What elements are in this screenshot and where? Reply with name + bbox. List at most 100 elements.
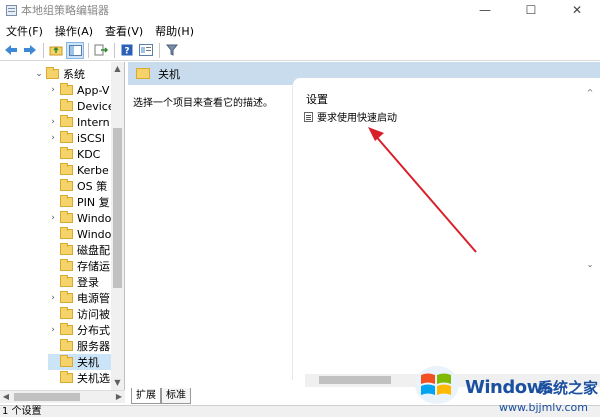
menu-help[interactable]: 帮助(H)	[155, 23, 194, 39]
menu-bar: 文件(F) 操作(A) 查看(V) 帮助(H)	[0, 21, 600, 40]
expand-chevron-icon[interactable]: ›	[48, 325, 58, 335]
tree-item-label: Windo	[77, 227, 112, 241]
toolbar-separator	[159, 42, 160, 58]
tree-item[interactable]: Kerbe	[48, 162, 109, 178]
tree-item[interactable]: OS 策	[48, 178, 107, 194]
menu-view[interactable]: 查看(V)	[105, 23, 143, 39]
toolbar-separator	[43, 42, 44, 58]
expand-chevron-icon[interactable]: ›	[48, 293, 58, 303]
tree-item[interactable]: KDC	[48, 146, 100, 162]
window-title: 本地组策略编辑器	[21, 4, 109, 17]
scroll-left-icon[interactable]: ◀	[0, 391, 12, 403]
folder-icon	[60, 339, 73, 351]
tab-standard[interactable]: 标准	[161, 388, 191, 404]
scroll-thumb[interactable]	[14, 393, 80, 401]
annotation-arrow	[368, 127, 477, 253]
folder-icon	[60, 147, 73, 159]
scroll-right-icon[interactable]: ▶	[113, 391, 125, 403]
tree-item-label: 访问被	[77, 308, 110, 321]
tree-item-label: 登录	[77, 276, 99, 289]
tree-item[interactable]: › Windo	[48, 210, 111, 226]
tree-item-label: Windo	[77, 211, 112, 225]
minimize-button[interactable]: —	[462, 0, 508, 20]
watermark: Windows 系统之家 www.bjjmlv.com	[405, 357, 600, 417]
menu-action[interactable]: 操作(A)	[55, 23, 93, 39]
folder-icon	[60, 307, 73, 319]
tree-item[interactable]: Device	[48, 98, 115, 114]
filter-icon[interactable]	[163, 42, 181, 59]
scroll-up-icon[interactable]: ^	[583, 86, 597, 100]
folder-icon	[60, 83, 73, 95]
folder-icon	[60, 227, 73, 239]
tree-item[interactable]: 磁盘配	[48, 242, 110, 258]
tree-item-label: OS 策	[77, 180, 108, 193]
up-folder-icon[interactable]	[47, 42, 65, 59]
tree-item[interactable]: › App-V	[48, 82, 109, 98]
tree-item[interactable]: 登录	[48, 274, 99, 290]
tree-item[interactable]: 访问被	[48, 306, 110, 322]
expand-chevron-icon[interactable]: ⌄	[34, 69, 44, 79]
tree-item-label: 关机选	[77, 372, 110, 385]
scroll-up-icon[interactable]: ▲	[111, 62, 124, 76]
pane-divider	[292, 86, 293, 380]
maximize-button[interactable]: ☐	[508, 0, 554, 20]
details-vertical-scrollbar[interactable]: ^ ⌄	[583, 86, 597, 346]
scroll-down-icon[interactable]: ▼	[111, 376, 124, 390]
expand-chevron-icon[interactable]: ›	[48, 117, 58, 127]
tree-item[interactable]: PIN 复	[48, 194, 110, 210]
scroll-down-icon[interactable]: ⌄	[583, 258, 597, 272]
forward-icon[interactable]	[21, 42, 39, 59]
tree-item-label: 磁盘配	[77, 244, 110, 257]
tree-item[interactable]: 存储运	[48, 258, 110, 274]
export-list-icon[interactable]	[92, 42, 110, 59]
setting-column-header[interactable]: 设置	[293, 78, 600, 106]
tree-item-label: KDC	[77, 147, 101, 161]
expand-chevron-icon[interactable]: ›	[48, 133, 58, 143]
properties-icon[interactable]	[137, 42, 155, 59]
tree-item[interactable]: Windo	[48, 226, 111, 242]
scroll-thumb[interactable]	[113, 128, 122, 288]
expand-chevron-icon[interactable]: ›	[48, 213, 58, 223]
back-icon[interactable]	[2, 42, 20, 59]
tree-item-label: 存储运	[77, 260, 110, 273]
folder-icon	[60, 163, 73, 175]
tree-item-label: Intern	[77, 115, 110, 129]
menu-file[interactable]: 文件(F)	[6, 23, 43, 39]
help-icon[interactable]: ?	[118, 42, 136, 59]
folder-icon	[60, 179, 73, 191]
show-hide-tree-icon[interactable]	[66, 41, 84, 59]
title-bar: 本地组策略编辑器 — ☐ ✕	[0, 0, 600, 20]
tree-item-label: PIN 复	[77, 196, 110, 209]
tree-horizontal-scrollbar[interactable]: ◀ ▶	[0, 390, 125, 403]
tab-extended[interactable]: 扩展	[131, 388, 161, 404]
folder-icon	[60, 371, 73, 383]
svg-text:?: ?	[124, 47, 129, 57]
windows-logo-icon	[415, 366, 459, 404]
tree-item[interactable]: › 分布式	[48, 322, 110, 338]
close-button[interactable]: ✕	[554, 0, 600, 20]
tree-item[interactable]: 服务器	[48, 338, 110, 354]
folder-icon	[60, 275, 73, 287]
setting-column-label: 设置	[306, 93, 328, 106]
folder-icon	[60, 323, 73, 335]
watermark-brand-cn: 系统之家	[538, 379, 599, 397]
toolbar: ?	[0, 40, 600, 61]
tree-item[interactable]: › Intern	[48, 114, 110, 130]
tree-item-label: App-V	[77, 83, 110, 97]
tree-item[interactable]: ⌄ 系统	[34, 66, 85, 82]
tree-item[interactable]: 关机选	[48, 370, 110, 386]
expand-chevron-icon[interactable]: ›	[48, 85, 58, 95]
toolbar-separator	[88, 42, 89, 58]
app-icon	[6, 4, 17, 16]
tree-item[interactable]: › 电源管	[48, 290, 110, 306]
tree-item-label: 关机	[77, 356, 99, 369]
toolbar-separator	[114, 42, 115, 58]
folder-icon	[136, 68, 150, 79]
details-header-title: 关机	[158, 67, 180, 81]
tree-item[interactable]: › iSCSI	[48, 130, 105, 146]
description-text: 选择一个项目来查看它的描述。	[133, 98, 273, 109]
tree-vertical-scrollbar[interactable]: ▲ ▼	[111, 62, 124, 390]
scroll-thumb[interactable]	[319, 376, 391, 384]
tree-item-selected[interactable]: 关机	[48, 354, 111, 370]
tree-item-label: Kerbe	[77, 163, 109, 177]
